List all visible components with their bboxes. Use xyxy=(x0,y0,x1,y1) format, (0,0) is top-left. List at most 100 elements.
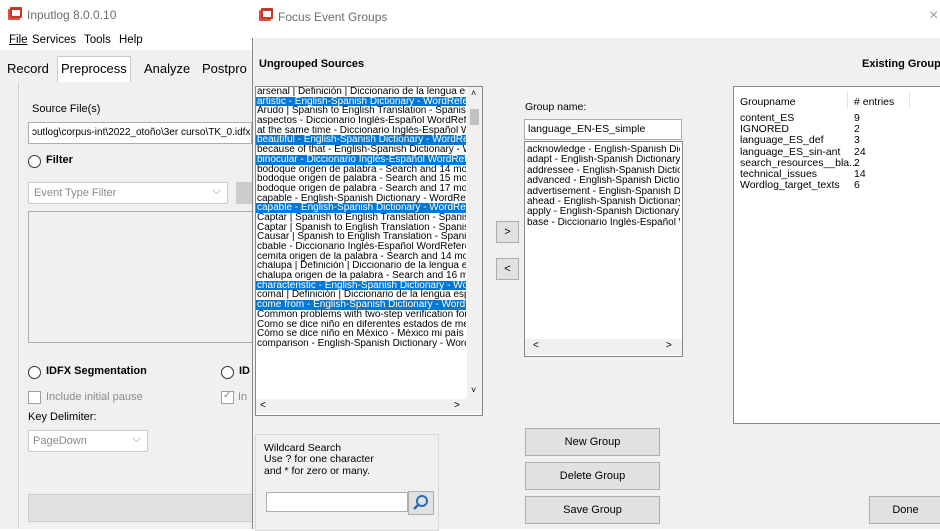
source-item[interactable]: at the same time - Diccionario Inglés-Es… xyxy=(256,126,466,136)
scroll-left-icon[interactable]: < xyxy=(533,340,539,351)
scroll-up-icon[interactable]: ˄ xyxy=(471,88,476,98)
source-item[interactable]: chalupa origen de la palabra - Search an… xyxy=(256,271,466,281)
members-horizontal-scrollbar[interactable]: < > xyxy=(525,339,682,355)
group-member-item[interactable]: advanced - English-Spanish Dictionary xyxy=(526,176,680,186)
group-member-item[interactable]: addressee - English-Spanish Dictionary xyxy=(526,166,680,176)
group-member-item[interactable]: ahead - English-Spanish Dictionary - Wor… xyxy=(526,197,680,207)
source-item[interactable]: bodoque origen de palabra - Search and 1… xyxy=(256,184,466,194)
source-item[interactable]: beautiful - English-Spanish Dictionary -… xyxy=(256,135,466,146)
app-icon xyxy=(259,8,273,21)
source-item[interactable]: Common problems with two-step verificati… xyxy=(256,310,466,320)
source-file-field[interactable]: ɔutlog\corpus-int\2022_otoño\3er curso\T… xyxy=(28,122,252,144)
second-segmentation-label: ID xyxy=(239,365,250,377)
source-item[interactable]: Como se dice niño en diferentes estados … xyxy=(256,320,466,330)
group-row[interactable]: Wordlog_target_texts 6 xyxy=(740,179,940,192)
idfx-segmentation-radio[interactable] xyxy=(28,366,41,379)
source-item[interactable]: Cómo se dice niño en México - México mi … xyxy=(256,329,466,339)
chevron-down-icon: ⌵ xyxy=(212,185,221,197)
source-item[interactable]: binocular - Diccionario Inglés-Español W… xyxy=(256,154,466,165)
source-item[interactable]: cemita origen de la palabra - Search and… xyxy=(256,252,466,262)
group-member-item[interactable]: base - Diccionario Inglés-Español WordRe… xyxy=(526,218,680,228)
source-item[interactable]: arsenal | Definición | Diccionario de la… xyxy=(256,87,466,97)
source-item[interactable]: aspectos - Diccionario Inglés-Español Wo… xyxy=(256,116,466,126)
group-name-value: language_EN-ES_simple xyxy=(528,123,646,135)
wildcard-help-line-2: and * for zero or many. xyxy=(264,465,371,477)
source-item[interactable]: Captar | Spanish to English Translation … xyxy=(256,213,466,223)
tab-analyze[interactable]: Analyze xyxy=(141,58,193,80)
include-initial-pause-label: Include initial pause xyxy=(46,391,143,403)
event-type-filter-placeholder: Event Type Filter xyxy=(34,187,117,199)
source-item[interactable]: capable - English-Spanish Dictionary - W… xyxy=(256,203,466,213)
idfx-segmentation-label: IDFX Segmentation xyxy=(46,365,147,377)
include-initial-pause-checkbox[interactable] xyxy=(28,391,41,404)
group-members-list[interactable]: acknowledge - English-Spanish Dictionary… xyxy=(524,141,683,357)
second-checkbox[interactable]: ✓ xyxy=(221,390,234,404)
wildcard-help-line-1: Use ? for one character xyxy=(264,453,374,465)
group-member-item[interactable]: advertisement - English-Spanish Dictiona… xyxy=(526,187,680,197)
menu-file[interactable]: File xyxy=(9,34,28,46)
group-member-item[interactable]: acknowledge - English-Spanish Dictionary xyxy=(526,145,680,155)
menu-tools[interactable]: Tools xyxy=(84,34,111,46)
new-group-button[interactable]: New Group xyxy=(525,428,660,456)
scroll-down-icon[interactable]: ˅ xyxy=(471,385,476,395)
dialog-titlebar[interactable]: Focus Event Groups × xyxy=(252,0,940,38)
dialog-title: Focus Event Groups xyxy=(278,10,388,24)
close-icon[interactable]: × xyxy=(929,7,938,25)
source-item[interactable]: Captar | Spanish to English Translation … xyxy=(256,223,466,233)
source-item[interactable]: capable - English-Spanish Dictionary - W… xyxy=(256,194,466,204)
groups-header-entries: # entries xyxy=(854,96,895,108)
main-action-button[interactable] xyxy=(28,494,254,522)
filter-add-button[interactable] xyxy=(236,182,252,204)
source-item[interactable]: characteristic - English-Spanish Diction… xyxy=(256,280,466,291)
sources-rows: arsenal | Definición | Diccionario de la… xyxy=(256,87,466,399)
source-item[interactable]: Causar | Spanish to English Translation … xyxy=(256,232,466,242)
key-delimiter-value: PageDown xyxy=(33,435,87,447)
key-delimiter-combo[interactable]: PageDown ⌵ xyxy=(28,430,148,452)
scroll-right-icon[interactable]: > xyxy=(454,400,460,411)
scroll-thumb[interactable] xyxy=(470,109,479,125)
source-item[interactable]: comparison - English-Spanish Dictionary … xyxy=(256,339,466,349)
search-button[interactable] xyxy=(408,491,434,515)
sources-horizontal-scrollbar[interactable]: < > xyxy=(256,399,482,414)
source-item[interactable]: bodoque origen de palabra - Search and 1… xyxy=(256,165,466,175)
source-item[interactable]: come from - English-Spanish Dictionary -… xyxy=(256,300,466,310)
source-item[interactable]: bodoque origen de palabra - Search and 1… xyxy=(256,174,466,184)
group-member-item[interactable]: adapt - English-Spanish Dictionary - Wor… xyxy=(526,155,680,165)
move-right-button[interactable]: > xyxy=(496,221,519,243)
sources-vertical-scrollbar[interactable]: ˄ ˅ xyxy=(467,87,482,399)
menu-services[interactable]: Services xyxy=(32,34,76,46)
menu-help[interactable]: Help xyxy=(119,34,143,46)
group-name-label: Group name: xyxy=(525,101,587,113)
delete-group-button[interactable]: Delete Group xyxy=(525,462,660,490)
source-item[interactable]: comal | Definición | Diccionario de la l… xyxy=(256,290,466,300)
tab-postprocess[interactable]: Postpro xyxy=(199,58,250,80)
second-segmentation-radio[interactable] xyxy=(221,366,234,379)
group-name-cell: Wordlog_target_texts xyxy=(740,179,840,192)
done-button[interactable]: Done xyxy=(869,496,940,524)
column-divider xyxy=(909,91,910,109)
source-item[interactable]: artistic - English-Spanish Dictionary - … xyxy=(256,96,466,107)
event-type-filter-combo[interactable]: Event Type Filter ⌵ xyxy=(28,182,228,204)
source-file-value: ɔutlog\corpus-int\2022_otoño\3er curso\T… xyxy=(32,127,251,138)
group-member-item[interactable]: apply - English-Spanish Dictionary - Wor… xyxy=(526,207,680,217)
tab-record[interactable]: Record xyxy=(4,58,52,80)
ungrouped-sources-list[interactable]: arsenal | Definición | Diccionario de la… xyxy=(255,86,483,416)
filter-list[interactable] xyxy=(28,211,254,343)
filter-radio[interactable] xyxy=(28,155,41,168)
scroll-left-icon[interactable]: < xyxy=(260,400,266,411)
source-item[interactable]: Arudo | Spanish to English Translation -… xyxy=(256,106,466,116)
move-left-button[interactable]: < xyxy=(496,258,519,280)
save-group-button[interactable]: Save Group xyxy=(525,496,660,524)
source-item[interactable]: cbable - Diccionario Inglés-Español Word… xyxy=(256,242,466,252)
source-item[interactable]: chalupa | Definición | Diccionario de la… xyxy=(256,261,466,271)
tab-preprocess[interactable]: Preprocess xyxy=(57,56,131,82)
main-titlebar[interactable]: Inputlog 8.0.0.10 xyxy=(0,0,252,30)
wildcard-search-input[interactable] xyxy=(266,492,408,512)
group-name-cell: IGNORED xyxy=(740,123,790,136)
group-name-cell: technical_issues xyxy=(740,167,818,180)
existing-groups-list[interactable]: Groupname # entries content_ES 9 IGNORED 2 l… xyxy=(733,86,940,424)
scroll-right-icon[interactable]: > xyxy=(666,340,672,351)
group-name-cell: search_resources__bla... xyxy=(740,156,858,169)
source-item[interactable]: because of that - English-Spanish Dictio… xyxy=(256,145,466,155)
group-name-input[interactable]: language_EN-ES_simple xyxy=(524,119,682,140)
